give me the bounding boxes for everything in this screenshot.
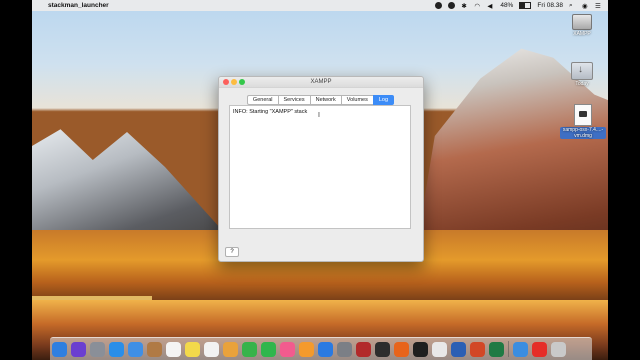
tab-services[interactable]: Services <box>277 95 311 105</box>
menu-bar-status-area: ✱ ◠ ◀ 48% Fri 08.38 ⌕ ◉ ☰ <box>435 2 608 10</box>
dock-system-preferences-icon[interactable] <box>337 341 352 357</box>
dock-finder-icon[interactable] <box>52 341 67 357</box>
desktop-icon-label: xampp-osx-7.4....-vm.dmg <box>560 127 606 139</box>
dock-word-icon[interactable] <box>451 341 466 357</box>
tab-volumes[interactable]: Volumes <box>340 95 374 105</box>
dock-messages-icon[interactable] <box>242 341 257 357</box>
window-title: XAMPP <box>310 79 332 85</box>
dock-notes-icon[interactable] <box>185 341 200 357</box>
tab-bar: General Services Network Volumes Log <box>219 95 423 105</box>
status-record-icon[interactable] <box>448 2 456 9</box>
dock-app-store-icon[interactable] <box>318 341 333 357</box>
dock-mail-icon[interactable] <box>128 341 143 357</box>
menu-clock[interactable]: Fri 08.38 <box>537 2 563 9</box>
dock-launchpad-icon[interactable] <box>90 341 105 357</box>
app-menu-name[interactable]: stackman_launcher <box>48 2 109 9</box>
log-line: INFO: Starting "XAMPP" stack <box>233 109 308 115</box>
text-cursor-icon: I <box>318 112 320 119</box>
spotlight-search-icon[interactable]: ⌕ <box>569 2 576 9</box>
siri-icon[interactable]: ◉ <box>582 2 589 10</box>
dock-firefox-icon[interactable] <box>394 341 409 357</box>
dock-safari-icon[interactable] <box>109 341 124 357</box>
dock-contacts-icon[interactable] <box>147 341 162 357</box>
tab-network[interactable]: Network <box>309 95 342 105</box>
letterbox-right <box>608 0 640 360</box>
dmg-file-icon <box>574 104 592 126</box>
dock-photos-icon[interactable] <box>223 341 238 357</box>
dock-terminal-icon[interactable] <box>413 341 428 357</box>
close-window-button[interactable] <box>223 79 229 85</box>
dock-powerpoint-icon[interactable] <box>470 341 485 357</box>
window-titlebar[interactable]: XAMPP <box>219 77 423 88</box>
tab-general[interactable]: General <box>246 95 279 105</box>
notification-center-icon[interactable]: ☰ <box>595 2 602 10</box>
help-button[interactable]: ? <box>225 247 239 257</box>
dock-chrome-icon[interactable] <box>432 341 447 357</box>
dock-console-icon[interactable] <box>375 341 390 357</box>
dock-ibooks-icon[interactable] <box>299 341 314 357</box>
minimize-window-button[interactable] <box>231 79 237 85</box>
log-text-area[interactable]: INFO: Starting "XAMPP" stack I <box>229 105 411 229</box>
dock-calendar-icon[interactable] <box>166 341 181 357</box>
desktop-icon-label: Today <box>575 81 589 87</box>
desktop-icon-label: XAMPP <box>573 31 591 37</box>
dock-facetime-icon[interactable] <box>261 341 276 357</box>
menu-bar: stackman_launcher ✱ ◠ ◀ 48% Fri 08.38 ⌕ … <box>32 0 608 11</box>
dock-separator <box>508 341 509 357</box>
disk-icon <box>572 14 592 30</box>
xampp-window: XAMPP General Services Network Volumes L… <box>218 76 424 262</box>
dock-downloads-icon[interactable] <box>513 341 528 357</box>
dock-excel-icon[interactable] <box>489 341 504 357</box>
battery-icon[interactable] <box>519 2 532 9</box>
dock-itunes-icon[interactable] <box>280 341 295 357</box>
dock <box>50 337 592 360</box>
desktop-icon-today-folder[interactable]: Today <box>562 62 602 87</box>
dock-reminders-icon[interactable] <box>204 341 219 357</box>
tab-log[interactable]: Log <box>372 95 395 105</box>
letterbox-left <box>0 0 32 360</box>
bluetooth-icon[interactable]: ✱ <box>461 2 468 10</box>
downloads-folder-icon <box>571 62 593 80</box>
dock-photo-booth-icon[interactable] <box>356 341 371 357</box>
desktop-icon-xampp-volume[interactable]: XAMPP <box>562 14 602 37</box>
zoom-window-button[interactable] <box>239 79 245 85</box>
dock-siri-icon[interactable] <box>71 341 86 357</box>
wifi-icon[interactable]: ◠ <box>474 2 481 10</box>
dock-trash-icon[interactable] <box>551 341 566 357</box>
battery-percent[interactable]: 48% <box>500 2 513 9</box>
status-app-icon[interactable] <box>435 2 443 9</box>
volume-icon[interactable]: ◀ <box>487 2 494 10</box>
desktop-icon-xampp-dmg[interactable]: xampp-osx-7.4....-vm.dmg <box>560 104 606 139</box>
dock-youtube-icon[interactable] <box>532 341 547 357</box>
